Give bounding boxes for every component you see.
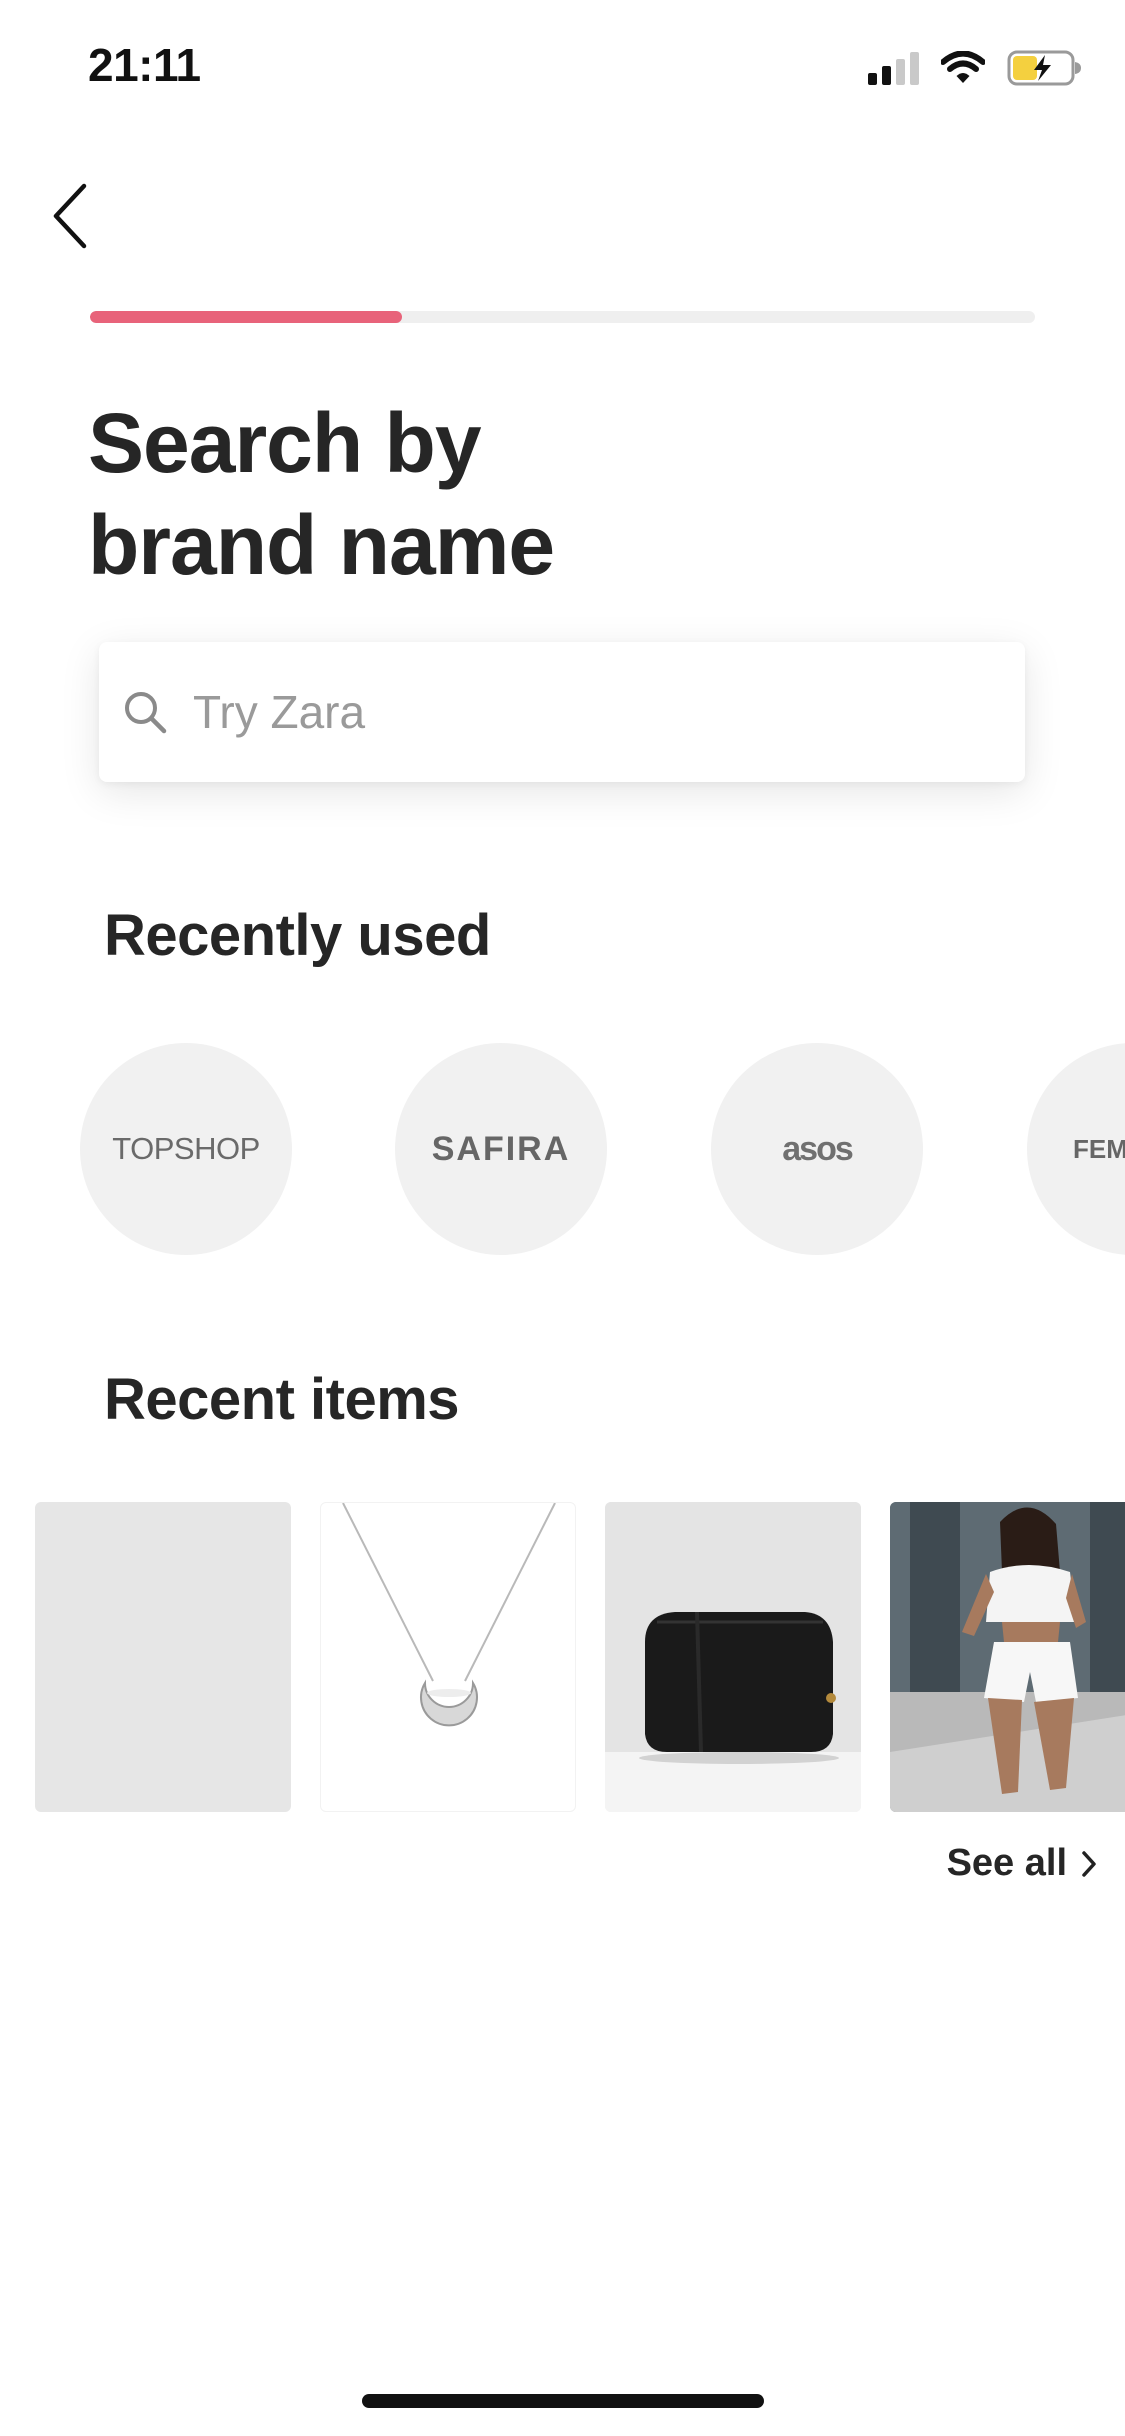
chevron-left-icon xyxy=(53,183,87,249)
brand-label: FEMM xyxy=(1073,1133,1125,1164)
recent-item-bag[interactable] xyxy=(605,1502,861,1812)
wifi-icon xyxy=(941,51,985,85)
necklace-image xyxy=(342,1503,556,1727)
brand-topshop[interactable]: TOPSHOP xyxy=(80,1043,292,1255)
see-all-button[interactable]: See all xyxy=(947,1842,1097,1885)
brand-asos[interactable]: asos xyxy=(711,1043,923,1255)
recent-item-outfit[interactable] xyxy=(890,1502,1125,1812)
search-icon xyxy=(121,688,169,736)
page-title-line-2: brand name xyxy=(88,498,555,592)
brand-label: asos xyxy=(782,1129,853,1168)
battery-charging-icon xyxy=(1007,50,1083,86)
brand-label: TOPSHOP xyxy=(112,1131,260,1166)
brand-safira[interactable]: SAFIRA xyxy=(395,1043,607,1255)
status-icons xyxy=(868,50,1083,86)
recent-items-list xyxy=(0,1502,1125,1812)
recently-used-brands: TOPSHOP SAFIRA asos FEMM xyxy=(0,1043,1125,1255)
page-title: Search by brand name xyxy=(88,392,788,596)
outfit-image xyxy=(890,1502,1125,1812)
recently-used-heading: Recently used xyxy=(104,903,491,968)
back-button[interactable] xyxy=(40,178,100,254)
chevron-right-icon xyxy=(1082,1850,1096,1877)
bag-image xyxy=(605,1502,861,1812)
step-progress-bar xyxy=(90,311,1035,323)
signal-icon xyxy=(868,51,919,85)
brand-femm[interactable]: FEMM xyxy=(1027,1043,1125,1255)
status-time: 21:11 xyxy=(88,39,201,91)
brand-label: SAFIRA xyxy=(431,1129,571,1168)
step-progress-fill xyxy=(90,311,402,323)
recent-item-placeholder[interactable] xyxy=(35,1502,291,1812)
recent-item-necklace[interactable] xyxy=(320,1502,576,1812)
brand-search-box[interactable] xyxy=(99,642,1025,782)
see-all-label: See all xyxy=(946,1842,1067,1884)
brand-search-input[interactable] xyxy=(193,685,973,739)
page-title-line-1: Search by xyxy=(88,396,482,490)
home-indicator[interactable] xyxy=(362,2394,764,2408)
recent-items-heading: Recent items xyxy=(104,1367,460,1432)
